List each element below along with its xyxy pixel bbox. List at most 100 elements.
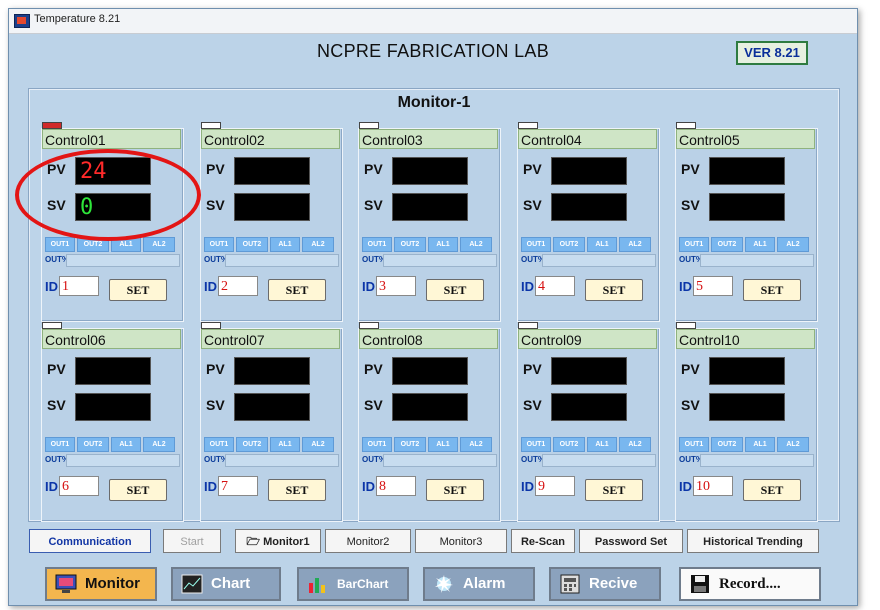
controller-card: Control06 PV SV OUT1 OUT2 AL1 AL2 OUT% I… [41,322,184,522]
id-field[interactable]: 9 [535,476,575,496]
id-field[interactable]: 6 [59,476,99,496]
pv-display [234,157,310,185]
out-percent-bar [66,254,180,267]
out-percent-bar [383,454,497,467]
id-field[interactable]: 2 [218,276,258,296]
controller-name: Control10 [676,329,815,349]
out1-indicator: OUT1 [362,437,392,452]
monitor2-button[interactable]: Monitor2 [325,529,411,553]
folder-icon: 🗁 [246,536,261,548]
status-indicator [201,122,221,129]
out1-indicator: OUT1 [45,237,75,252]
set-button[interactable]: SET [268,479,326,501]
monitor3-button[interactable]: Monitor3 [415,529,507,553]
id-label: ID [362,279,375,294]
status-indicator [42,122,62,129]
set-button[interactable]: SET [109,279,167,301]
pv-label: PV [206,161,225,177]
sv-label: SV [523,197,542,213]
pv-display [551,157,627,185]
controller-name: Control06 [42,329,181,349]
nav-chart-button[interactable]: Chart [171,567,281,601]
set-button[interactable]: SET [426,279,484,301]
controller-card: Control08 PV SV OUT1 OUT2 AL1 AL2 OUT% I… [358,322,501,522]
sv-display [234,393,310,421]
sv-display [75,393,151,421]
al1-indicator: AL1 [270,437,300,452]
sv-label: SV [206,197,225,213]
monitor-title: Monitor-1 [397,94,471,111]
pv-label: PV [681,361,700,377]
nav-monitor-button[interactable]: Monitor [45,567,157,601]
set-button[interactable]: SET [109,479,167,501]
pv-label: PV [364,361,383,377]
set-button[interactable]: SET [268,279,326,301]
controller-card: Control04 PV SV OUT1 OUT2 AL1 AL2 OUT% I… [517,122,660,322]
set-button[interactable]: SET [426,479,484,501]
out-percent-bar [383,254,497,267]
out2-indicator: OUT2 [394,437,426,452]
out-percent-bar [66,454,180,467]
pv-label: PV [523,361,542,377]
nav-barchart-button[interactable]: BarChart [297,567,409,601]
pv-label: PV [681,161,700,177]
out2-indicator: OUT2 [77,437,109,452]
sv-label: SV [364,197,383,213]
set-button[interactable]: SET [585,279,643,301]
al2-indicator: AL2 [777,237,809,252]
id-field[interactable]: 10 [693,476,733,496]
id-field[interactable]: 5 [693,276,733,296]
id-label: ID [204,279,217,294]
id-field[interactable]: 3 [376,276,416,296]
pv-label: PV [364,161,383,177]
out2-indicator: OUT2 [236,237,268,252]
id-field[interactable]: 7 [218,476,258,496]
al1-indicator: AL1 [428,437,458,452]
out-percent-bar [542,454,656,467]
out-percent-bar [225,454,339,467]
rescan-button[interactable]: Re-Scan [511,529,575,553]
al1-indicator: AL1 [111,437,141,452]
id-field[interactable]: 1 [59,276,99,296]
controller-name: Control02 [201,129,340,149]
nav-alarm-button[interactable]: Alarm [423,567,535,601]
set-button[interactable]: SET [585,479,643,501]
nav-record-button[interactable]: Record.... [679,567,821,601]
app-icon [14,14,30,28]
sv-label: SV [364,397,383,413]
al2-indicator: AL2 [143,437,175,452]
id-label: ID [204,479,217,494]
nav-recive-button[interactable]: Recive [549,567,661,601]
set-button[interactable]: SET [743,279,801,301]
start-button[interactable]: Start [163,529,221,553]
set-button[interactable]: SET [743,479,801,501]
lab-title: NCPRE FABRICATION LAB [316,41,549,61]
id-field[interactable]: 4 [535,276,575,296]
out1-indicator: OUT1 [204,237,234,252]
out2-indicator: OUT2 [394,237,426,252]
password-set-button[interactable]: Password Set [579,529,683,553]
controller-card: Control05 PV SV OUT1 OUT2 AL1 AL2 OUT% I… [675,122,818,322]
alarm-icon [435,575,453,593]
historical-trending-button[interactable]: Historical Trending [687,529,819,553]
controller-name: Control04 [518,129,657,149]
sv-label: SV [206,397,225,413]
out1-indicator: OUT1 [679,237,709,252]
calculator-icon [560,574,580,594]
status-indicator [359,122,379,129]
save-disk-icon [691,575,709,593]
status-indicator [359,322,379,329]
al1-indicator: AL1 [587,437,617,452]
id-field[interactable]: 8 [376,476,416,496]
pv-display [709,357,785,385]
pv-label: PV [47,361,66,377]
sv-label: SV [681,197,700,213]
pv-label: PV [523,161,542,177]
status-indicator [42,322,62,329]
monitor1-button[interactable]: 🗁 Monitor1 [235,529,321,553]
al2-indicator: AL2 [619,437,651,452]
communication-button[interactable]: Communication [29,529,151,553]
out-percent-bar [542,254,656,267]
nav-alarm-label: Alarm [463,575,506,592]
out1-indicator: OUT1 [45,437,75,452]
